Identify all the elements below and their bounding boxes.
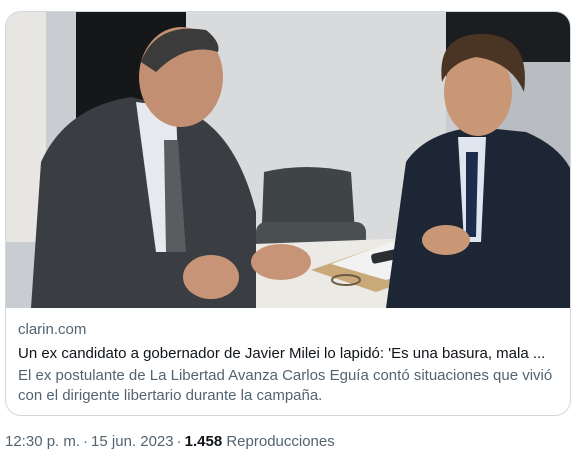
link-preview-card[interactable]: clarin.com Un ex candidato a gobernador … — [5, 11, 571, 416]
meta-separator: · — [83, 433, 89, 450]
tweet-time[interactable]: 12:30 p. m. — [5, 433, 80, 450]
link-domain: clarin.com — [18, 321, 87, 338]
views-label[interactable]: Reproducciones — [226, 433, 334, 450]
tweet-meta: 12:30 p. m. · 15 jun. 2023 · 1.458 Reproducc… — [5, 432, 335, 452]
meta-separator-2: · — [176, 433, 182, 450]
views-count[interactable]: 1.458 — [185, 433, 223, 450]
link-title[interactable]: Un ex candidato a gobernador de Javier M… — [18, 344, 558, 364]
link-preview-image[interactable] — [6, 12, 570, 308]
tweet-date[interactable]: 15 jun. 2023 — [91, 433, 174, 450]
link-description: El ex postulante de La Libertad Avanza C… — [18, 367, 553, 404]
